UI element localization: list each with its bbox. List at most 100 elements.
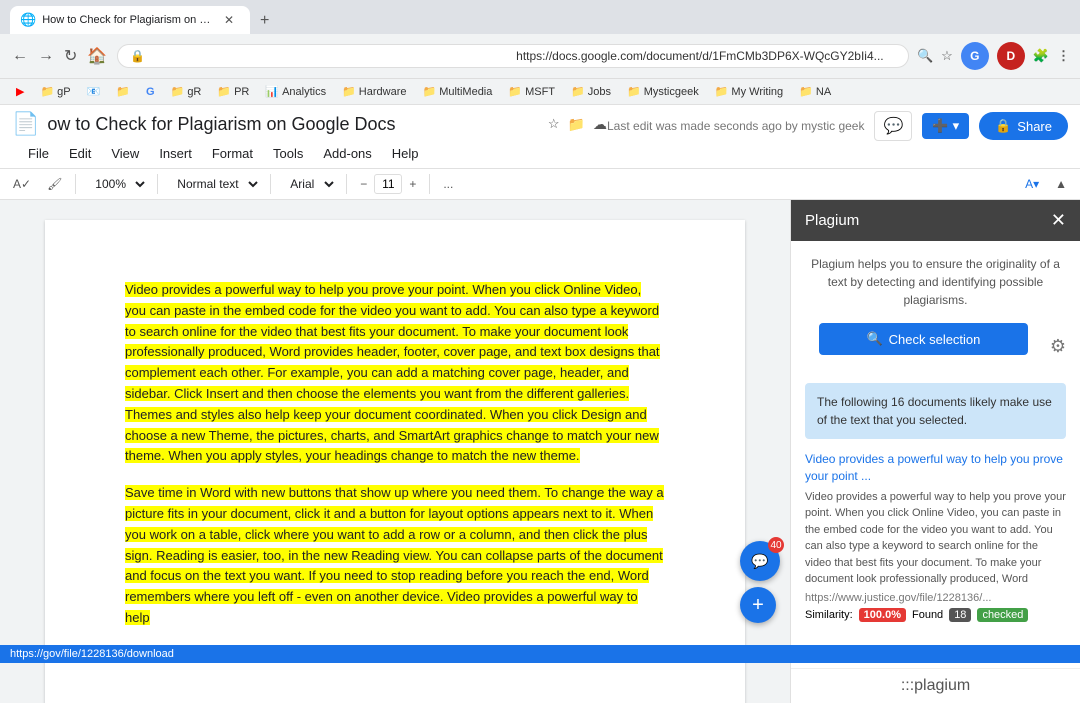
extensions-icon[interactable]: 🧩 <box>1033 48 1049 64</box>
browser-tab[interactable]: 🌐 How to Check for Plagiarism on Google … <box>10 6 250 34</box>
reload-btn[interactable]: ↻ <box>62 44 79 68</box>
sidebar-close-btn[interactable]: ✕ <box>1051 210 1066 231</box>
chat-badge: 40 <box>768 537 784 553</box>
plagium-logo: :::plagium <box>791 668 1080 703</box>
formatting-color-btn[interactable]: A▾ <box>1020 174 1044 194</box>
share-btn[interactable]: 🔒 Share <box>979 112 1068 140</box>
menu-help[interactable]: Help <box>384 143 427 164</box>
forward-btn[interactable]: → <box>36 45 56 67</box>
font-select[interactable]: Arial <box>279 173 338 195</box>
doc-page: Video provides a powerful way to help yo… <box>45 220 745 703</box>
bookmark-mysticgeek[interactable]: 📁Mysticgeek <box>621 83 705 100</box>
bookmark-pr[interactable]: 📁PR <box>211 83 255 100</box>
menu-bar: File Edit View Insert Format Tools Add-o… <box>12 141 1068 168</box>
menu-view[interactable]: View <box>103 143 147 164</box>
similarity-label: Similarity: <box>805 609 853 621</box>
collapse-toolbar-btn[interactable]: ▲ <box>1050 174 1072 194</box>
user-avatar[interactable]: D <box>997 42 1025 70</box>
bottom-status-bar: https://gov/file/1228136/download <box>0 645 1080 663</box>
doc-paragraph-2: Save time in Word with new buttons that … <box>125 483 665 629</box>
add-icon: ➕ <box>932 118 948 134</box>
sidebar-header: Plagium ✕ <box>791 200 1080 241</box>
bookmark-multimedia[interactable]: 📁MultiMedia <box>416 83 498 100</box>
bookmark-jobs[interactable]: 📁Jobs <box>565 83 617 100</box>
zoom-select[interactable]: 100% <box>84 173 149 195</box>
bookmark-gr[interactable]: 📁gR <box>165 83 208 100</box>
paint-format-btn[interactable]: 🖌 <box>42 174 67 194</box>
plagium-sidebar: Plagium ✕ Plagium helps you to ensure th… <box>790 200 1080 703</box>
bookmark-analytics[interactable]: 📊Analytics <box>259 83 332 100</box>
sidebar-content: Plagium helps you to ensure the original… <box>791 241 1080 668</box>
menu-addons[interactable]: Add-ons <box>315 143 379 164</box>
result-preview: Video provides a powerful way to help yo… <box>805 489 1066 588</box>
bookmark-gp[interactable]: 📁gP <box>34 83 76 100</box>
star-icon[interactable]: ☆ <box>548 116 560 132</box>
bookmark-youtube[interactable]: ▶ <box>10 83 30 100</box>
result-url: https://www.justice.gov/file/1228136/... <box>805 592 1066 604</box>
menu-insert[interactable]: Insert <box>151 143 200 164</box>
font-size-increase-btn[interactable]: + <box>404 174 421 194</box>
font-size-controls: − + <box>355 174 421 194</box>
font-size-input[interactable] <box>374 174 402 194</box>
back-btn[interactable]: ← <box>10 45 30 67</box>
new-tab-btn[interactable]: + <box>252 8 277 34</box>
main-area: Video provides a powerful way to help yo… <box>0 200 1080 703</box>
tab-close-icon[interactable]: ✕ <box>224 13 234 27</box>
add-fab-btn[interactable]: + <box>740 587 776 623</box>
toolbar: A✓ 🖌 100% Normal text Arial − + ... A▾ ▲ <box>0 169 1080 200</box>
menu-dots-icon[interactable]: ⋮ <box>1057 48 1070 64</box>
browser-chrome: 🌐 How to Check for Plagiarism on Google … <box>0 0 1080 105</box>
move-icon[interactable]: 📁 <box>568 116 585 133</box>
spell-check-btn[interactable]: A✓ <box>8 174 36 194</box>
bookmark-folder2[interactable]: 📁 <box>110 83 136 100</box>
toolbar-divider-5 <box>429 174 430 194</box>
lock-icon: 🔒 <box>130 49 510 63</box>
menu-file[interactable]: File <box>20 143 57 164</box>
bookmark-mywriting[interactable]: 📁My Writing <box>709 83 789 100</box>
home-btn[interactable]: 🏠 <box>85 44 109 68</box>
result-notice: The following 16 documents likely make u… <box>805 383 1066 439</box>
check-selection-btn[interactable]: 🔍 Check selection <box>819 323 1028 355</box>
bookmark-star-icon[interactable]: ☆ <box>941 48 953 64</box>
search-icon[interactable]: 🔍 <box>917 48 933 64</box>
add-image-btn[interactable]: ➕ ▾ <box>922 113 969 139</box>
font-size-decrease-btn[interactable]: − <box>355 174 372 194</box>
cloud-icon[interactable]: ☁ <box>593 116 607 133</box>
lock-share-icon: 🔒 <box>995 118 1011 134</box>
doc-area[interactable]: Video provides a powerful way to help yo… <box>0 200 790 703</box>
bookmark-hardware[interactable]: 📁Hardware <box>336 83 412 100</box>
docs-title: ow to Check for Plagiarism on Google Doc… <box>47 114 540 135</box>
bookmark-na[interactable]: 📁NA <box>793 83 837 100</box>
bottom-url-text: https://gov/file/1228136/download <box>10 648 174 660</box>
address-bar[interactable]: 🔒 https://docs.google.com/document/d/1Fm… <box>117 44 909 68</box>
toolbar-divider-3 <box>270 174 271 194</box>
settings-btn[interactable]: ⚙ <box>1050 336 1066 357</box>
docs-interface: 📄 ow to Check for Plagiarism on Google D… <box>0 105 1080 200</box>
style-select[interactable]: Normal text <box>166 173 262 195</box>
highlighted-text-1: Video provides a powerful way to help yo… <box>125 282 660 463</box>
bookmark-g[interactable]: G <box>140 84 161 100</box>
more-options-btn[interactable]: ... <box>438 174 458 194</box>
menu-tools[interactable]: Tools <box>265 143 311 164</box>
chat-fab-btn[interactable]: 💬 40 <box>740 541 780 581</box>
sidebar-title: Plagium <box>805 212 859 229</box>
result-badges: Similarity: 100.0% Found 18 checked <box>805 608 1066 622</box>
google-account-avatar[interactable]: G <box>961 42 989 70</box>
menu-edit[interactable]: Edit <box>61 143 99 164</box>
comment-btn[interactable]: 💬 <box>874 111 912 141</box>
toolbar-divider-2 <box>157 174 158 194</box>
similarity-badge: 100.0% <box>859 608 906 622</box>
checked-badge: checked <box>977 608 1028 622</box>
last-edit-text: Last edit was made seconds ago by mystic… <box>607 119 864 133</box>
bookmark-gmail[interactable]: 📧 <box>81 83 107 100</box>
toolbar-divider-4 <box>346 174 347 194</box>
toolbar-divider-1 <box>75 174 76 194</box>
sidebar-description: Plagium helps you to ensure the original… <box>805 255 1066 309</box>
url-text: https://docs.google.com/document/d/1FmCM… <box>516 49 896 63</box>
menu-format[interactable]: Format <box>204 143 261 164</box>
found-label: Found <box>912 609 943 621</box>
docs-logo: 📄 <box>12 111 39 137</box>
bookmarks-bar: ▶ 📁gP 📧 📁 G 📁gR 📁PR 📊Analytics 📁Hardware… <box>0 79 1080 105</box>
result-link[interactable]: Video provides a powerful way to help yo… <box>805 451 1066 485</box>
bookmark-msft[interactable]: 📁MSFT <box>502 83 561 100</box>
